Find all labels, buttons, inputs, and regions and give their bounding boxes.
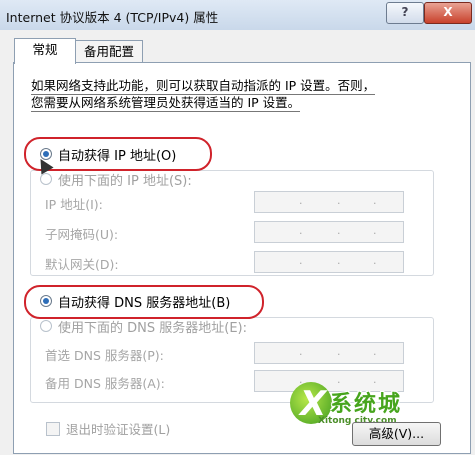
description-text: 如果网络支持此功能，则可以获取自动指派的 IP 设置。否则， 您需要从网络系统管… <box>31 78 451 112</box>
alternate-dns-label: 备用 DNS 服务器(A): <box>45 376 165 391</box>
title-bar: Internet 协议版本 4 (TCP/IPv4) 属性 ? X <box>0 0 475 30</box>
close-button[interactable]: X <box>424 2 472 24</box>
radio-manual-dns[interactable]: 使用下面的 DNS 服务器地址(E): <box>40 317 247 336</box>
watermark-logo: X 系统城 Xitong city.com <box>290 380 440 428</box>
radio-manual-ip[interactable]: 使用下面的 IP 地址(S): <box>40 170 192 189</box>
radio-manual-ip-dot[interactable] <box>40 173 52 185</box>
radio-manual-dns-label: 使用下面的 DNS 服务器地址(E): <box>58 320 247 336</box>
subnet-mask-field: ... <box>254 221 404 243</box>
highlight-auto-dns <box>24 285 264 319</box>
validate-on-exit-checkbox[interactable] <box>46 421 60 436</box>
subnet-mask-label: 子网掩码(U): <box>45 227 119 242</box>
default-gateway-label: 默认网关(D): <box>45 257 119 272</box>
radio-manual-ip-label: 使用下面的 IP 地址(S): <box>58 173 192 189</box>
preferred-dns-label: 首选 DNS 服务器(P): <box>45 348 164 363</box>
radio-manual-dns-dot[interactable] <box>40 320 52 332</box>
tab-general[interactable]: 常规 <box>14 38 76 64</box>
tab-alternate-config[interactable]: 备用配置 <box>75 40 143 63</box>
validate-on-exit[interactable]: 退出时验证设置(L) <box>46 419 170 438</box>
window-title: Internet 协议版本 4 (TCP/IPv4) 属性 <box>6 10 219 25</box>
description-line-1: 如果网络支持此功能，则可以获取自动指派的 IP 设置。否则， <box>31 78 376 95</box>
ip-address-field: ... <box>254 191 404 213</box>
help-button[interactable]: ? <box>386 2 424 24</box>
ip-address-label: IP 地址(I): <box>45 197 103 212</box>
default-gateway-field: ... <box>254 251 404 273</box>
description-line-2: 您需要从网络系统管理员处获得适当的 IP 设置。 <box>31 95 301 112</box>
preferred-dns-field: ... <box>254 342 404 364</box>
advanced-button[interactable]: 高级(V)... <box>352 422 441 446</box>
validate-on-exit-label: 退出时验证设置(L) <box>66 422 171 437</box>
watermark-text: 系统城 <box>330 392 403 417</box>
